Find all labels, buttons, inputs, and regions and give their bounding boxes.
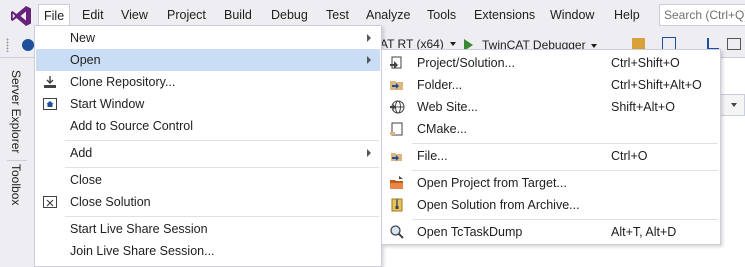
menu-analyze[interactable]: Analyze: [361, 5, 415, 25]
file-menu-item-new[interactable]: New: [36, 27, 380, 49]
clone-repo-icon: [44, 76, 56, 88]
menu-item-label: Add: [70, 146, 93, 160]
file-menu-item-join-live-share[interactable]: Join Live Share Session...: [36, 240, 380, 262]
file-menu-item-start-live-share[interactable]: Start Live Share Session: [36, 218, 380, 240]
visual-studio-logo-icon: [11, 6, 31, 26]
chevron-down-icon: [450, 42, 456, 46]
file-menu-item-close-solution[interactable]: Close Solution: [36, 191, 380, 213]
open-submenu: Project/Solution... Ctrl+Shift+O Folder.…: [381, 49, 721, 245]
menu-item-label: Close: [70, 173, 102, 187]
menu-separator: [412, 219, 718, 220]
menu-item-label: Project/Solution...: [417, 56, 515, 70]
menu-item-label: Add to Source Control: [70, 119, 193, 133]
file-menu-item-close[interactable]: Close: [36, 169, 380, 191]
menu-item-label: Join Live Share Session...: [70, 244, 215, 258]
search-icon: [390, 225, 404, 239]
shortcut-text: Ctrl+Shift+Alt+O: [611, 78, 702, 92]
open-item-folder[interactable]: Folder... Ctrl+Shift+Alt+O: [383, 74, 719, 96]
menu-item-label: New: [70, 31, 96, 45]
shortcut-text: Ctrl+Shift+O: [611, 56, 680, 70]
menu-tools[interactable]: Tools: [422, 5, 461, 25]
menu-item-label: Open Solution from Archive...: [417, 198, 580, 212]
chevron-down-icon: [731, 103, 737, 107]
open-item-cmake[interactable]: CMake...: [383, 118, 719, 140]
menu-separator: [412, 143, 718, 144]
window-icon[interactable]: [727, 38, 741, 50]
side-tab-divider: [7, 160, 27, 161]
menu-item-label: Web Site...: [417, 100, 478, 114]
menu-item-label: Clone Repository...: [70, 75, 176, 89]
shortcut-text: Shift+Alt+O: [611, 100, 675, 114]
close-solution-icon: [43, 196, 57, 208]
menu-build[interactable]: Build: [219, 5, 257, 25]
menu-item-label: Close Solution: [70, 195, 151, 209]
tab-toolbox[interactable]: Toolbox: [9, 164, 23, 205]
menu-extensions[interactable]: Extensions: [469, 5, 540, 25]
solution-archive-icon: [391, 198, 403, 212]
search-input[interactable]: Search (Ctrl+Q): [659, 4, 745, 26]
menu-window[interactable]: Window: [545, 5, 599, 25]
toolbar-grip-icon[interactable]: [6, 38, 9, 52]
editor-dropdown[interactable]: [720, 94, 745, 116]
start-window-icon: [43, 98, 57, 110]
menu-test[interactable]: Test: [321, 5, 354, 25]
file-menu-item-open[interactable]: Open: [36, 49, 380, 71]
menu-item-label: CMake...: [417, 122, 468, 136]
menu-item-label: Open TcTaskDump: [417, 225, 523, 239]
menu-separator: [65, 167, 379, 168]
menu-separator: [412, 170, 718, 171]
file-menu-item-add[interactable]: Add: [36, 142, 380, 164]
menu-view[interactable]: View: [116, 5, 153, 25]
file-menu-item-start-window[interactable]: Start Window: [36, 93, 380, 115]
side-tool-tabs: Server Explorer Toolbox: [0, 58, 34, 267]
open-item-file[interactable]: File... Ctrl+O: [383, 145, 719, 167]
menu-separator: [65, 140, 379, 141]
submenu-arrow-icon: [367, 56, 371, 64]
open-from-target-icon: [390, 176, 403, 189]
menu-item-label: Start Window: [70, 97, 145, 111]
web-site-icon: [390, 100, 405, 114]
project-solution-icon: [390, 56, 402, 69]
shortcut-text: Alt+T, Alt+D: [611, 225, 677, 239]
file-menu: New Open Clone Repository... Start Windo…: [34, 25, 382, 267]
menu-edit[interactable]: Edit: [77, 5, 109, 25]
open-item-project-solution[interactable]: Project/Solution... Ctrl+Shift+O: [383, 52, 719, 74]
open-item-web-site[interactable]: Web Site... Shift+Alt+O: [383, 96, 719, 118]
open-item-project-from-target[interactable]: Open Project from Target...: [383, 172, 719, 194]
chevron-down-icon[interactable]: [591, 44, 597, 48]
file-menu-item-clone-repository[interactable]: Clone Repository...: [36, 71, 380, 93]
menu-project[interactable]: Project: [162, 5, 211, 25]
menu-item-label: Open Project from Target...: [417, 176, 567, 190]
submenu-arrow-icon: [367, 149, 371, 157]
navigate-back-icon[interactable]: [22, 39, 34, 51]
folder-icon[interactable]: [632, 38, 645, 49]
folder-icon: [390, 81, 403, 90]
menu-item-label: Folder...: [417, 78, 463, 92]
menu-item-label: Open: [70, 53, 101, 67]
file-open-icon: [391, 153, 402, 161]
tab-server-explorer[interactable]: Server Explorer: [9, 70, 23, 153]
menu-separator: [65, 216, 379, 217]
menu-help[interactable]: Help: [609, 5, 645, 25]
file-menu-item-add-to-source-control[interactable]: Add to Source Control: [36, 115, 380, 137]
submenu-arrow-icon: [367, 34, 371, 42]
shortcut-text: Ctrl+O: [611, 149, 648, 163]
cmake-icon: [390, 122, 403, 136]
menu-item-label: File...: [417, 149, 448, 163]
open-item-tctaskdump[interactable]: Open TcTaskDump Alt+T, Alt+D: [383, 221, 719, 243]
menu-item-label: Start Live Share Session: [70, 222, 208, 236]
open-item-solution-from-archive[interactable]: Open Solution from Archive...: [383, 194, 719, 216]
menu-debug[interactable]: Debug: [266, 5, 313, 25]
